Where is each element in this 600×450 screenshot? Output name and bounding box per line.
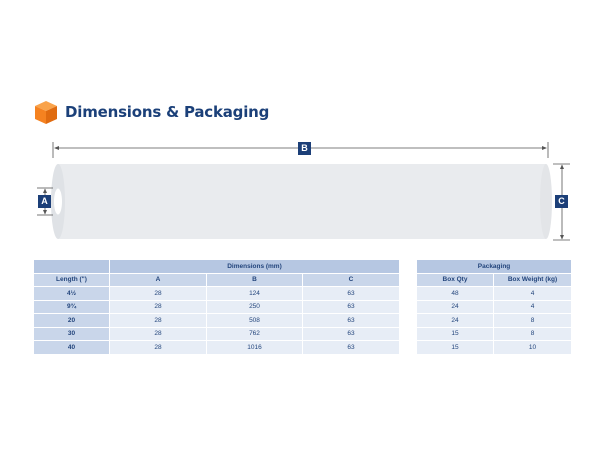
table-row: 9¾ 28 250 63 (33, 299, 400, 314)
product-diagram (37, 142, 570, 241)
dimension-c-label: C (555, 195, 568, 208)
length-cell: 9¾ (33, 299, 110, 314)
table-cell: 124 (206, 286, 303, 301)
table-header-row: Length (") A B C (33, 272, 400, 287)
table-cell: 48 (416, 286, 494, 301)
table-cell: 8 (492, 313, 573, 328)
column-header: Box Weight (kg) (492, 272, 573, 287)
table-cell: 28 (109, 286, 207, 301)
table-cell: 15 (416, 340, 494, 355)
table-row: 24 8 (416, 313, 573, 328)
column-header: Box Qty (416, 272, 494, 287)
table-cell: 10 (492, 340, 573, 355)
column-header: B (206, 272, 303, 287)
table-cell: 63 (302, 326, 400, 341)
table-cell: 63 (302, 299, 400, 314)
packaging-group-header: Packaging (415, 259, 573, 274)
table-cell: 4 (492, 286, 573, 301)
table-cell: 8 (492, 326, 573, 341)
length-cell: 40 (33, 340, 110, 355)
table-row: 30 28 762 63 (33, 326, 400, 341)
table-row: 40 28 1016 63 (33, 340, 400, 355)
table-cell: 4 (492, 299, 573, 314)
dimension-a-label: A (38, 195, 51, 208)
table-cell: 24 (416, 299, 494, 314)
roller-tube (51, 164, 552, 239)
table-cell: 28 (109, 313, 207, 328)
packaging-table: Packaging Box Qty Box Weight (kg) 48 4 2… (415, 259, 573, 355)
dimension-b-label: B (298, 142, 311, 155)
column-header: C (302, 272, 400, 287)
length-cell: 4½ (33, 286, 110, 301)
table-row: 4½ 28 124 63 (33, 286, 400, 301)
column-header: Length (") (33, 272, 110, 287)
length-cell: 20 (33, 313, 110, 328)
table-cell: 250 (206, 299, 303, 314)
dimensions-table: Dimensions (mm) Length (") A B C 4½ 28 1… (33, 259, 400, 355)
dimensions-group-header: Dimensions (mm) (109, 259, 400, 274)
length-cell: 30 (33, 326, 110, 341)
table-row: 24 4 (416, 299, 573, 314)
column-header: A (109, 272, 207, 287)
table-group-header-row: Packaging (415, 259, 573, 274)
table-cell: 508 (206, 313, 303, 328)
table-row: 20 28 508 63 (33, 313, 400, 328)
table-cell: 63 (302, 340, 400, 355)
table-cell: 28 (109, 299, 207, 314)
table-cell: 28 (109, 326, 207, 341)
table-cell: 762 (206, 326, 303, 341)
table-header-row: Box Qty Box Weight (kg) (416, 272, 573, 287)
table-group-header-row: Dimensions (mm) (33, 259, 400, 274)
table-row: 15 10 (416, 340, 573, 355)
table-cell: 63 (302, 286, 400, 301)
table-cell: 24 (416, 313, 494, 328)
table-row: 15 8 (416, 326, 573, 341)
table-cell: 28 (109, 340, 207, 355)
table-row: 48 4 (416, 286, 573, 301)
table-cell: 15 (416, 326, 494, 341)
table-cell: 1016 (206, 340, 303, 355)
table-cell: 63 (302, 313, 400, 328)
